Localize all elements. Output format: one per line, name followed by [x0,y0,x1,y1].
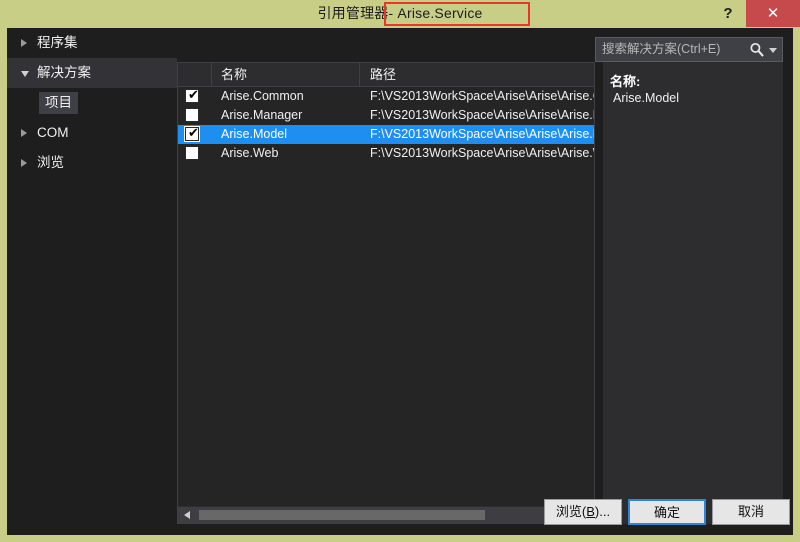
close-button[interactable]: ✕ [746,0,800,27]
row-name: Arise.Manager [221,108,303,122]
row-path: F:\VS2013WorkSpace\Arise\Arise\Arise.M [370,127,594,141]
row-name: Arise.Common [221,89,304,103]
row-checkbox[interactable] [185,108,199,122]
sidebar-item-label: 程序集 [37,35,78,50]
table-row[interactable]: ✔ Arise.Common F:\VS2013WorkSpace\Arise\… [178,87,594,106]
search-icon [750,42,764,57]
check-icon: ✔ [188,126,199,141]
help-button[interactable]: ? [714,0,742,27]
row-checkbox[interactable]: ✔ [185,88,199,103]
window-title: 引用管理器- Arise.Service [0,0,800,27]
ok-button[interactable]: 确定 [628,499,706,525]
sidebar-item-label: COM [37,125,69,140]
column-header-path[interactable]: 路径 [360,63,594,86]
list-header: 名称 路径 [178,63,594,87]
chevron-right-icon [21,159,27,167]
chevron-down-icon[interactable] [769,48,777,53]
search-input[interactable] [596,38,748,61]
reference-list-panel: 名称 路径 ✔ Arise.Common F:\VS2013WorkSpace\… [177,62,595,524]
table-row[interactable]: ✔ Arise.Model F:\VS2013WorkSpace\Arise\A… [178,125,594,144]
detail-panel: 名称: Arise.Model [603,62,783,524]
table-row[interactable]: Arise.Web F:\VS2013WorkSpace\Arise\Arise… [178,144,594,163]
table-row[interactable]: Arise.Manager F:\VS2013WorkSpace\Arise\A… [178,106,594,125]
chevron-right-icon [21,39,27,47]
column-header-name[interactable]: 名称 [211,63,360,86]
sidebar-item-assemblies[interactable]: 程序集 [7,28,177,58]
row-checkbox[interactable]: ✔ [185,126,199,141]
chevron-down-icon [21,71,29,77]
row-path: F:\VS2013WorkSpace\Arise\Arise\Arise.C [370,89,594,103]
check-icon: ✔ [188,88,199,103]
window-title-main: 引用管理器 [317,5,389,21]
dialog-body: 程序集 解决方案 项目 COM 浏览 名称 路径 [7,28,793,535]
list-body: ✔ Arise.Common F:\VS2013WorkSpace\Arise\… [178,87,594,502]
sidebar-item-label: 项目 [39,92,78,114]
row-path: F:\VS2013WorkSpace\Arise\Arise\Arise.W [370,146,594,160]
browse-button[interactable]: 浏览(B)... [544,499,622,525]
sidebar-item-label: 解决方案 [37,65,91,80]
sidebar-item-label: 浏览 [37,155,64,170]
sidebar-item-projects[interactable]: 项目 [7,88,177,118]
row-name: Arise.Web [221,146,279,160]
column-header-checkbox[interactable] [178,63,212,86]
sidebar-item-solution[interactable]: 解决方案 [7,58,177,88]
row-checkbox[interactable] [185,146,199,160]
search-box[interactable] [595,37,783,62]
title-bar: 引用管理器- Arise.Service ? ✕ [0,0,800,27]
detail-name-value: Arise.Model [613,91,679,105]
chevron-right-icon [21,129,27,137]
sidebar-item-com[interactable]: COM [7,118,177,148]
window-title-suffix: - Arise.Service [388,5,483,21]
reference-manager-dialog: 引用管理器- Arise.Service ? ✕ 程序集 解决方案 [0,0,800,542]
sidebar-item-browse[interactable]: 浏览 [7,148,177,178]
category-tree: 程序集 解决方案 项目 COM 浏览 [7,28,177,490]
detail-name-label: 名称: [610,74,641,89]
row-path: F:\VS2013WorkSpace\Arise\Arise\Arise.M [370,108,594,122]
cancel-button[interactable]: 取消 [712,499,790,525]
footer-buttons: 浏览(B)... 确定 取消 [7,491,793,535]
row-name: Arise.Model [221,127,287,141]
